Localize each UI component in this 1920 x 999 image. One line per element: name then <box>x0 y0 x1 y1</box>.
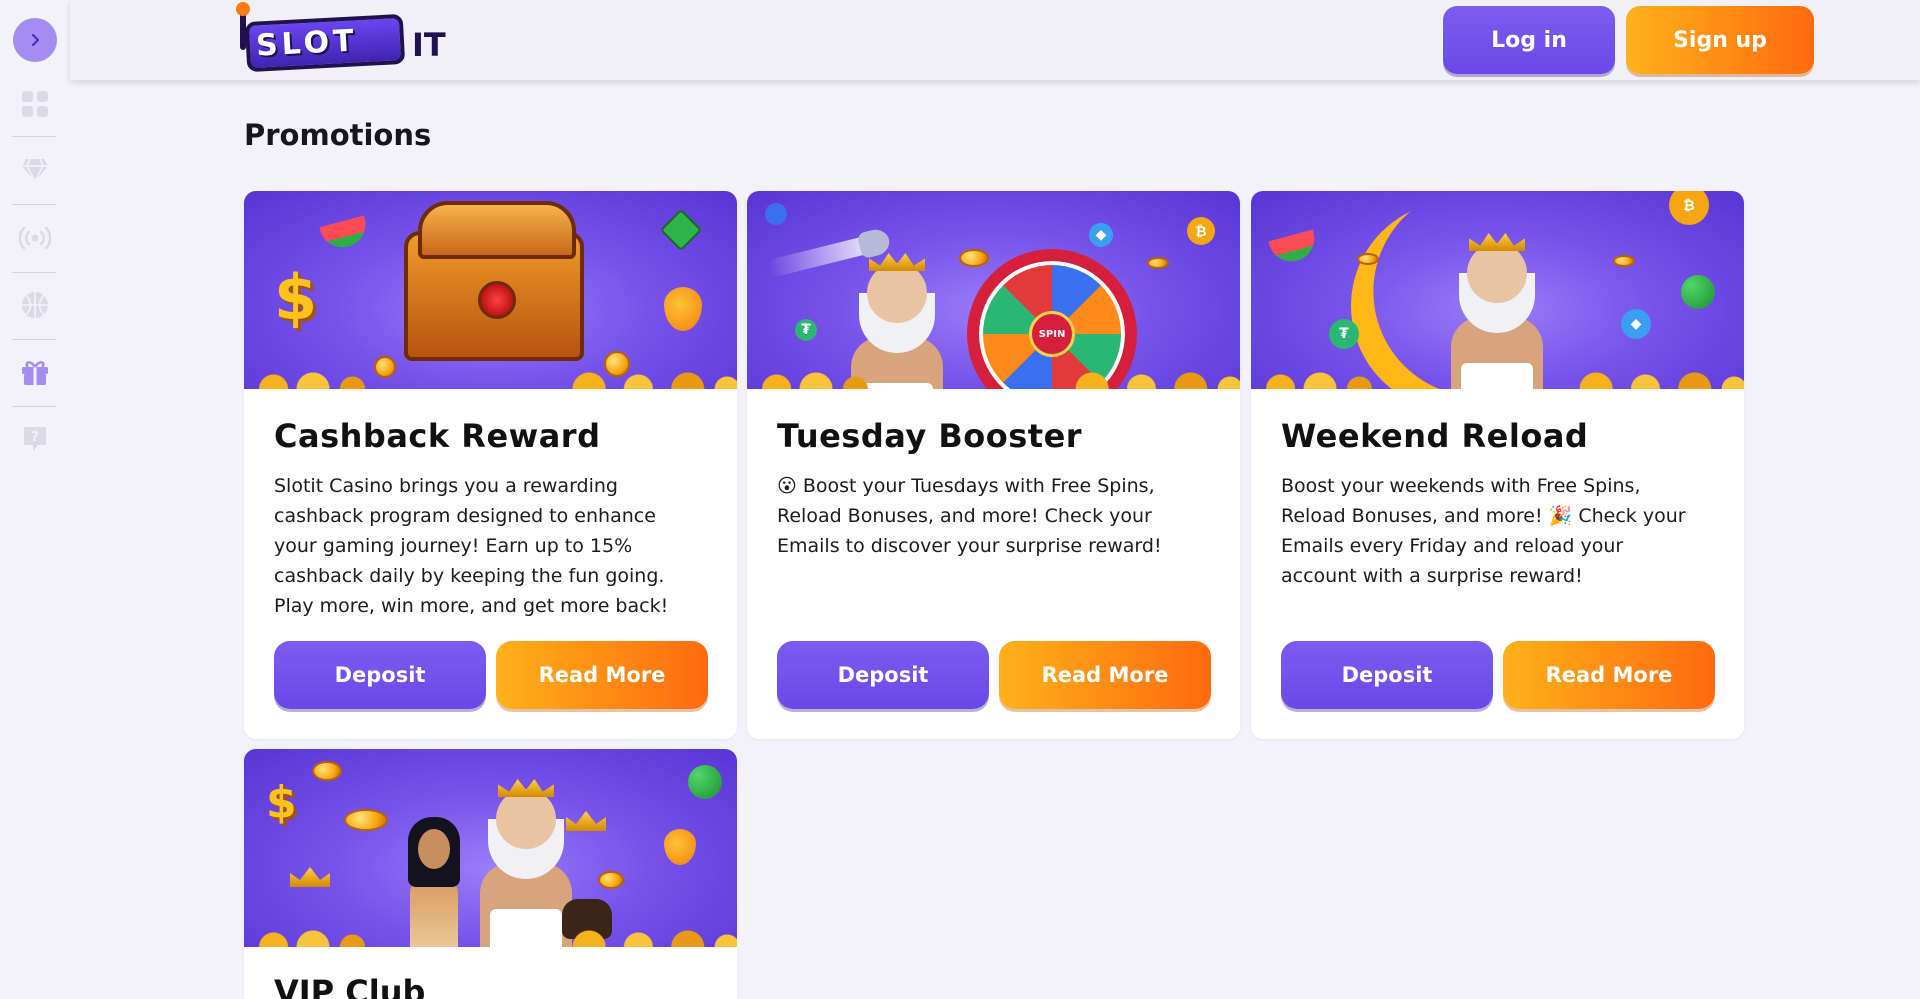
treasure-chest-icon <box>404 201 584 361</box>
sidebar-divider <box>12 136 56 137</box>
dollar-icon: $ <box>266 777 297 828</box>
chevron-right-icon <box>31 33 40 47</box>
help-icon: ? <box>24 427 46 451</box>
read-more-button[interactable]: Read More <box>1503 641 1715 709</box>
coin-pile-icon <box>1251 363 1744 389</box>
watermelon-icon <box>319 215 371 253</box>
bitcoin-icon: ₿ <box>1187 217 1215 245</box>
read-more-button[interactable]: Read More <box>999 641 1211 709</box>
ethereum-icon: ◆ <box>1621 309 1651 339</box>
promo-description-line: 😮 Boost your Tuesdays with Free Spins, <box>777 475 1155 497</box>
promo-title: Weekend Reload <box>1281 417 1589 455</box>
promo-title: Tuesday Booster <box>777 417 1083 455</box>
promo-description-line: Play more, win more, and get more back! <box>274 595 669 617</box>
coin-pile-icon <box>747 363 1240 389</box>
emerald-icon <box>659 208 703 252</box>
promo-description: Boost your weekends with Free Spins, Rel… <box>1281 471 1721 591</box>
sidebar-item-sports[interactable] <box>17 287 53 323</box>
coin-icon <box>1613 255 1635 267</box>
coin-pile-icon <box>244 363 737 389</box>
sidebar-item-promotions[interactable] <box>17 354 53 390</box>
live-broadcast-icon <box>19 226 51 250</box>
bitcoin-icon: ₿ <box>1669 191 1709 225</box>
promo-description-line: Reload Bonuses, and more! Check your <box>777 505 1152 527</box>
login-button[interactable]: Log in <box>1443 6 1615 74</box>
promo-banner-image: ₿ ◆ ₮ <box>747 191 1240 389</box>
promo-description-line: your gaming journey! Earn up to 15% <box>274 535 633 557</box>
promo-banner-image: ₿ ₮ ◆ <box>1251 191 1744 389</box>
svg-text:?: ? <box>31 430 39 445</box>
promo-description-line: Boost your weekends with Free Spins, <box>1281 475 1641 497</box>
promo-description-line: account with a surprise reward! <box>1281 565 1583 587</box>
promo-description-line: Reload Bonuses, and more! 🎉 Check your <box>1281 505 1686 527</box>
signup-button[interactable]: Sign up <box>1626 6 1814 74</box>
clover-icon <box>1681 275 1715 309</box>
promo-card-tuesday-booster: ₿ ◆ ₮ Tuesday Booster 😮 Boost your Tuesd… <box>747 191 1240 739</box>
promo-description-line: cashback program designed to enhance <box>274 505 656 527</box>
sidebar-divider <box>12 204 56 205</box>
watermelon-icon <box>1268 229 1320 267</box>
promo-title: VIP Club <box>274 973 426 999</box>
coin-pile-icon <box>244 921 737 947</box>
deposit-button[interactable]: Deposit <box>274 641 486 709</box>
promo-card-vip-club: $ VIP Club <box>244 749 737 999</box>
coin-icon <box>344 809 388 831</box>
crypto-coin-icon <box>765 203 787 225</box>
promo-description-line: Slotit Casino brings you a rewarding <box>274 475 618 497</box>
sidebar-item-live[interactable] <box>17 220 53 256</box>
site-logo[interactable]: SLOT IT <box>236 2 458 73</box>
sidebar-item-casino[interactable] <box>17 86 53 122</box>
sports-ball-icon <box>22 292 48 318</box>
ethereum-icon: ◆ <box>1089 223 1113 247</box>
page-title: Promotions <box>244 118 432 152</box>
diamond-icon <box>22 158 48 183</box>
promo-card-weekend-reload: ₿ ₮ ◆ Weekend Reload Boost your weekends… <box>1251 191 1744 739</box>
logo-suffix: IT <box>412 26 446 64</box>
promo-title: Cashback Reward <box>274 417 601 455</box>
promo-banner-image: $ <box>244 749 737 947</box>
coin-icon <box>1147 257 1169 269</box>
promo-description-line: cashback daily by keeping the fun going. <box>274 565 665 587</box>
sidebar-item-help[interactable]: ? <box>17 420 53 456</box>
deposit-button[interactable]: Deposit <box>777 641 989 709</box>
promo-card-cashback: $ Cashback Reward Slotit Casino brings y… <box>244 191 737 739</box>
grid-icon <box>22 91 48 117</box>
read-more-button[interactable]: Read More <box>496 641 708 709</box>
tether-icon: ₮ <box>795 319 817 341</box>
top-header: SLOT IT Log in Sign up <box>70 0 1920 80</box>
fruit-icon <box>664 829 696 865</box>
dollar-icon: $ <box>274 261 318 334</box>
coin-icon <box>1357 253 1379 265</box>
sidebar-divider <box>12 272 56 273</box>
tether-icon: ₮ <box>1329 319 1359 349</box>
sidebar-expand-button[interactable] <box>13 18 57 62</box>
clover-icon <box>688 765 722 799</box>
promo-description: Slotit Casino brings you a rewarding cas… <box>274 471 714 621</box>
crown-icon <box>290 867 330 887</box>
gift-icon <box>22 361 48 385</box>
coin-icon <box>959 249 989 267</box>
sidebar-divider <box>12 406 56 407</box>
promo-banner-image: $ <box>244 191 737 389</box>
coin-icon <box>312 761 342 781</box>
promo-description: 😮 Boost your Tuesdays with Free Spins, R… <box>777 471 1217 561</box>
coin-icon <box>598 871 624 889</box>
sidebar-divider <box>12 339 56 340</box>
sidebar-item-vip[interactable] <box>17 152 53 188</box>
promo-description-line: Emails every Friday and reload your <box>1281 535 1624 557</box>
promo-description-line: Emails to discover your surprise reward! <box>777 535 1162 557</box>
deposit-button[interactable]: Deposit <box>1281 641 1493 709</box>
fruit-icon <box>664 287 702 331</box>
sidebar: ? <box>0 0 70 999</box>
logo-text: SLOT <box>255 23 359 64</box>
